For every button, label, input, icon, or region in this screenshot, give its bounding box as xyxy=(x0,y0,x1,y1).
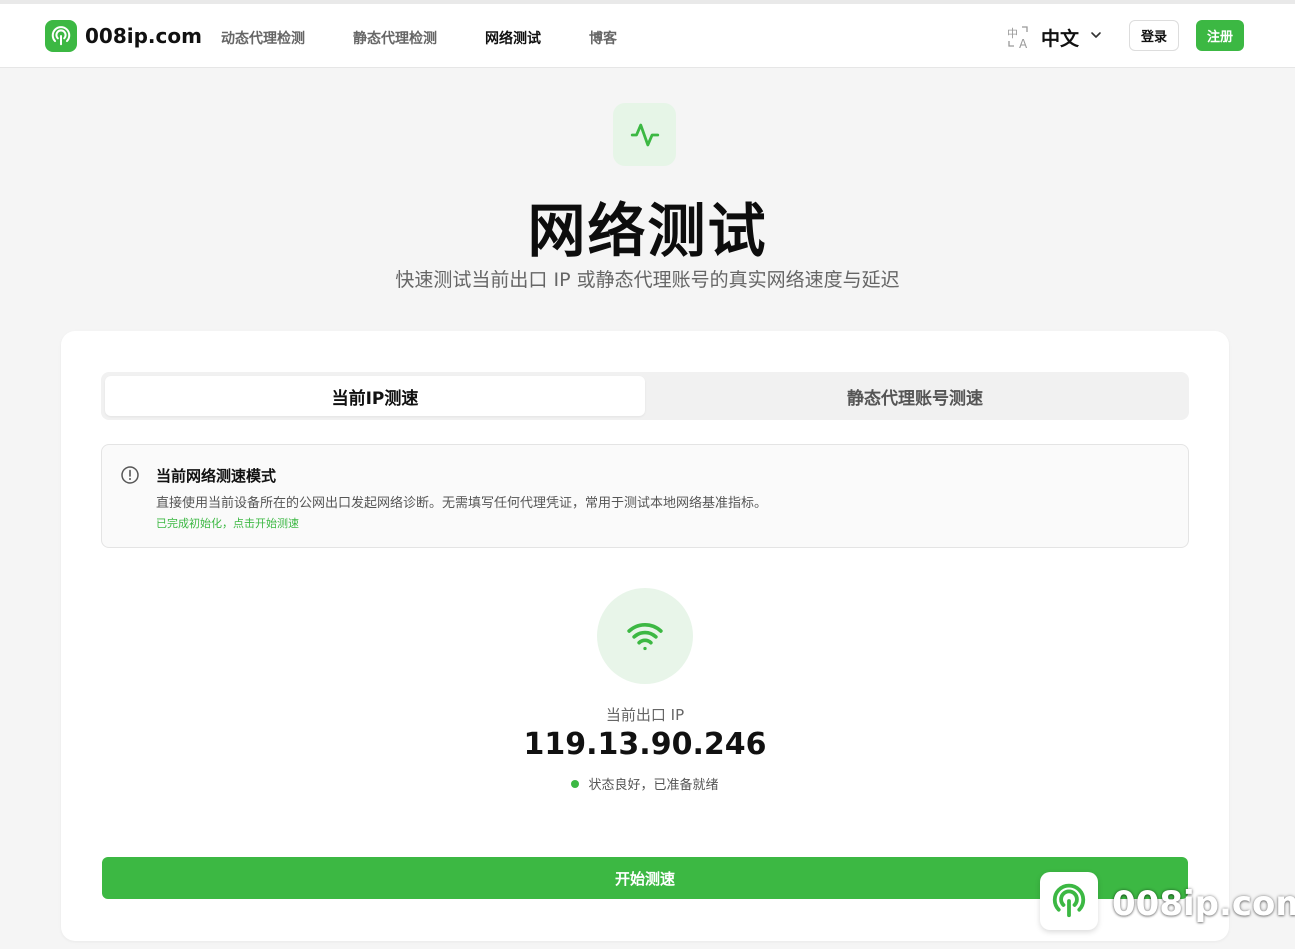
page-subtitle: 快速测试当前出口 IP 或静态代理账号的真实网络速度与延迟 xyxy=(395,269,900,291)
activity-pulse-icon xyxy=(613,103,676,166)
speed-test-card: 当前IP测速 静态代理账号测速 当前网络测速模式 直接使用当前设备所在的公网出口… xyxy=(61,331,1229,941)
page-title: 网络测试 xyxy=(527,197,768,265)
nav-dynamic-proxy-check[interactable]: 动态代理检测 xyxy=(221,28,305,48)
ip-status-text: 状态良好，已准备就绪 xyxy=(588,778,719,793)
nav-static-proxy-check[interactable]: 静态代理检测 xyxy=(353,28,437,48)
translate-icon[interactable]: 中 A xyxy=(1006,24,1032,50)
current-ip-value: 119.13.90.246 xyxy=(523,727,767,762)
ip-status: 状态良好，已准备就绪 xyxy=(61,774,1229,793)
language-selector[interactable]: 中文 xyxy=(1041,24,1079,51)
status-dot-icon xyxy=(571,779,580,788)
mode-description: 直接使用当前设备所在的公网出口发起网络诊断。无需填写任何代理凭证，常用于测试本地… xyxy=(156,496,768,511)
watermark-text: 008ip.com xyxy=(1112,884,1295,924)
brand-name[interactable]: 008ip.com xyxy=(85,24,202,48)
mode-title: 当前网络测速模式 xyxy=(156,467,277,485)
svg-text:A: A xyxy=(1019,37,1028,50)
login-button[interactable]: 登录 xyxy=(1129,20,1179,51)
wifi-icon xyxy=(597,588,693,684)
tab-current-ip-speedtest[interactable]: 当前IP测速 xyxy=(105,376,645,416)
current-ip-label: 当前出口 IP xyxy=(605,706,685,724)
init-status-text: 已完成初始化，点击开始测速 xyxy=(156,517,299,530)
logo-icon[interactable] xyxy=(45,20,77,52)
tab-static-proxy-speedtest[interactable]: 静态代理账号测速 xyxy=(645,376,1185,416)
svg-text:中: 中 xyxy=(1007,27,1018,40)
nav-network-test[interactable]: 网络测试 xyxy=(485,28,541,48)
info-icon xyxy=(121,466,139,484)
chevron-down-icon[interactable] xyxy=(1089,28,1103,42)
nav-blog[interactable]: 博客 xyxy=(589,28,617,48)
register-button[interactable]: 注册 xyxy=(1196,20,1244,51)
top-navbar: 008ip.com 动态代理检测 静态代理检测 网络测试 博客 中 A 中文 登… xyxy=(0,4,1295,68)
start-speedtest-button[interactable]: 开始测速 xyxy=(102,857,1188,899)
mode-info-panel: 当前网络测速模式 直接使用当前设备所在的公网出口发起网络诊断。无需填写任何代理凭… xyxy=(101,444,1189,548)
watermark-logo-icon xyxy=(1040,872,1098,930)
test-mode-tabs: 当前IP测速 静态代理账号测速 xyxy=(101,372,1189,420)
